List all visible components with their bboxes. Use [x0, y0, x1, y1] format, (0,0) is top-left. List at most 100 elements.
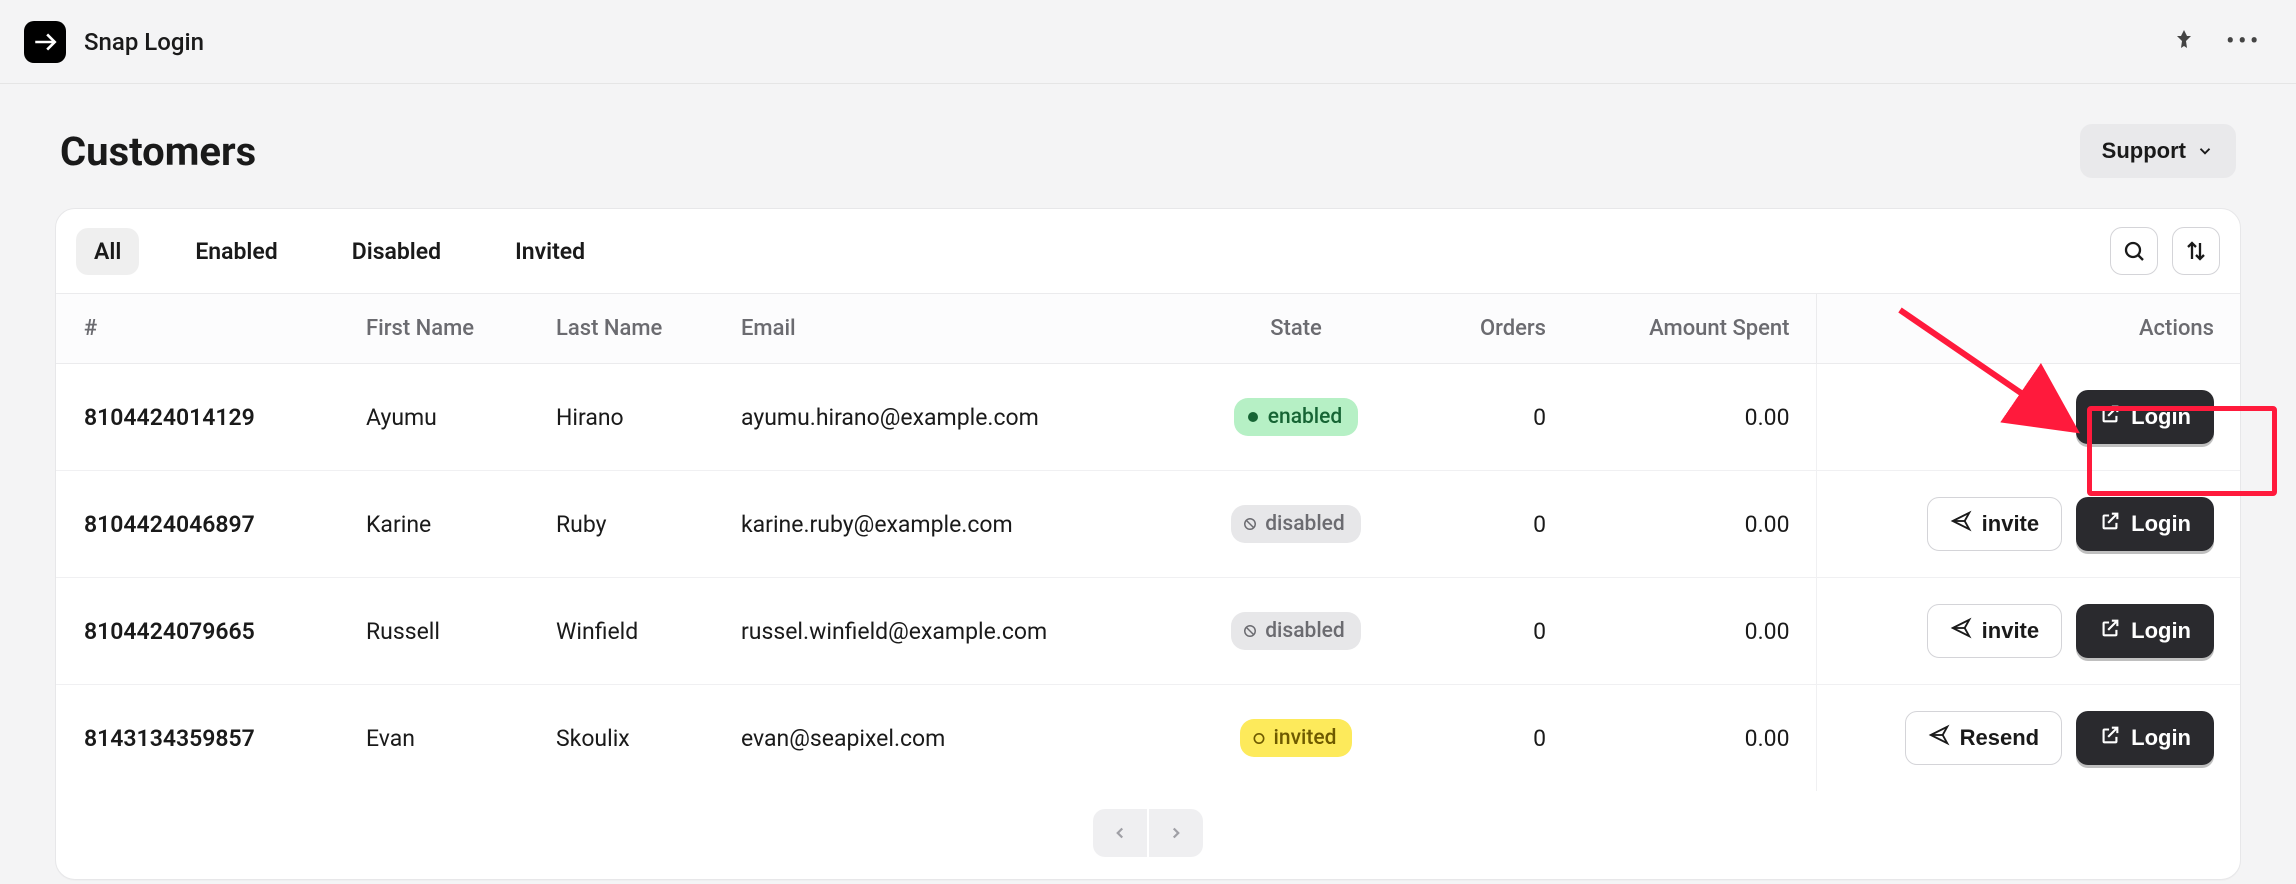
table-row[interactable]: 8104424079665RussellWinfieldrussel.winfi… — [56, 578, 2240, 685]
cell-first: Ayumu — [346, 364, 536, 471]
cell-state: disabled — [1191, 578, 1401, 685]
col-header-first[interactable]: First Name — [346, 294, 536, 364]
cell-actions: Resend Login — [1816, 685, 2240, 792]
cell-state: invited — [1191, 685, 1401, 792]
external-link-icon — [2099, 617, 2121, 645]
col-header-actions: Actions — [1816, 294, 2240, 364]
table-row[interactable]: 8104424014129AyumuHiranoayumu.hirano@exa… — [56, 364, 2240, 471]
btn-label: invite — [1982, 511, 2039, 537]
tab-all[interactable]: All — [76, 228, 139, 275]
state-label: disabled — [1265, 512, 1345, 536]
state-badge: disabled — [1231, 612, 1361, 650]
cell-first: Evan — [346, 685, 536, 792]
state-label: disabled — [1265, 619, 1345, 643]
page-header: Customers Support — [0, 84, 2296, 208]
cell-orders: 0 — [1401, 578, 1566, 685]
search-button[interactable] — [2110, 227, 2158, 275]
col-header-orders[interactable]: Orders — [1401, 294, 1566, 364]
cell-last: Ruby — [536, 471, 721, 578]
topbar: Snap Login ••• — [0, 0, 2296, 84]
chevron-left-icon — [1111, 824, 1129, 842]
cell-orders: 0 — [1401, 685, 1566, 792]
tab-invited[interactable]: Invited — [497, 228, 603, 275]
state-label: invited — [1274, 726, 1337, 750]
search-icon — [2122, 239, 2146, 263]
cell-email: russel.winfield@example.com — [721, 578, 1191, 685]
sort-button[interactable] — [2172, 227, 2220, 275]
pagination — [56, 791, 2240, 879]
support-button[interactable]: Support — [2080, 124, 2236, 178]
cell-amount: 0.00 — [1566, 685, 1816, 792]
invite-button[interactable]: invite — [1927, 497, 2062, 551]
cell-id: 8104424014129 — [56, 364, 346, 471]
login-button[interactable]: Login — [2076, 497, 2214, 551]
more-icon[interactable]: ••• — [2226, 29, 2262, 54]
send-icon — [1950, 617, 1972, 645]
cell-state: enabled — [1191, 364, 1401, 471]
next-page-button[interactable] — [1149, 809, 1203, 857]
cell-actions: invite Login — [1816, 471, 2240, 578]
external-link-icon — [2099, 403, 2121, 431]
cell-email: karine.ruby@example.com — [721, 471, 1191, 578]
sort-icon — [2184, 239, 2208, 263]
tab-enabled[interactable]: Enabled — [177, 228, 295, 275]
col-header-last[interactable]: Last Name — [536, 294, 721, 364]
btn-label: Login — [2131, 511, 2191, 537]
cell-actions: Login — [1816, 364, 2240, 471]
btn-label: Login — [2131, 618, 2191, 644]
external-link-icon — [2099, 510, 2121, 538]
state-label: enabled — [1268, 405, 1343, 429]
col-header-email[interactable]: Email — [721, 294, 1191, 364]
app-logo-icon — [24, 21, 66, 63]
cell-id: 8104424046897 — [56, 471, 346, 578]
tabs-row: All Enabled Disabled Invited — [56, 209, 2240, 294]
btn-label: Resend — [1960, 725, 2039, 751]
pin-icon[interactable] — [2172, 28, 2196, 56]
app-title: Snap Login — [84, 28, 204, 56]
invite-button[interactable]: invite — [1927, 604, 2062, 658]
col-header-amount[interactable]: Amount Spent — [1566, 294, 1816, 364]
col-header-state[interactable]: State — [1191, 294, 1401, 364]
page-title: Customers — [60, 128, 256, 175]
send-icon — [1950, 510, 1972, 538]
tab-disabled[interactable]: Disabled — [334, 228, 459, 275]
table-row[interactable]: 8143134359857EvanSkoulixevan@seapixel.co… — [56, 685, 2240, 792]
cell-amount: 0.00 — [1566, 364, 1816, 471]
cell-amount: 0.00 — [1566, 578, 1816, 685]
cell-email: ayumu.hirano@example.com — [721, 364, 1191, 471]
state-badge: disabled — [1231, 505, 1361, 543]
state-badge: invited — [1240, 719, 1353, 757]
prev-page-button[interactable] — [1093, 809, 1147, 857]
cell-first: Karine — [346, 471, 536, 578]
table-row[interactable]: 8104424046897KarineRubykarine.ruby@examp… — [56, 471, 2240, 578]
cell-last: Winfield — [536, 578, 721, 685]
external-link-icon — [2099, 724, 2121, 752]
cell-orders: 0 — [1401, 471, 1566, 578]
cell-actions: invite Login — [1816, 578, 2240, 685]
col-header-id[interactable]: # — [56, 294, 346, 364]
btn-label: Login — [2131, 404, 2191, 430]
send-icon — [1928, 724, 1950, 752]
resend-button[interactable]: Resend — [1905, 711, 2062, 765]
cell-last: Skoulix — [536, 685, 721, 792]
disabled-state-icon — [1243, 624, 1257, 638]
cell-email: evan@seapixel.com — [721, 685, 1191, 792]
btn-label: invite — [1982, 618, 2039, 644]
login-button[interactable]: Login — [2076, 390, 2214, 444]
chevron-right-icon — [1167, 824, 1185, 842]
invited-state-icon — [1252, 731, 1266, 745]
cell-first: Russell — [346, 578, 536, 685]
disabled-state-icon — [1243, 517, 1257, 531]
cell-last: Hirano — [536, 364, 721, 471]
customers-card: All Enabled Disabled Invited # First Nam… — [55, 208, 2241, 880]
btn-label: Login — [2131, 725, 2191, 751]
support-label: Support — [2102, 138, 2186, 164]
login-button[interactable]: Login — [2076, 604, 2214, 658]
enabled-state-icon — [1246, 410, 1260, 424]
chevron-down-icon — [2196, 142, 2214, 160]
cell-amount: 0.00 — [1566, 471, 1816, 578]
cell-state: disabled — [1191, 471, 1401, 578]
login-button[interactable]: Login — [2076, 711, 2214, 765]
cell-orders: 0 — [1401, 364, 1566, 471]
cell-id: 8143134359857 — [56, 685, 346, 792]
